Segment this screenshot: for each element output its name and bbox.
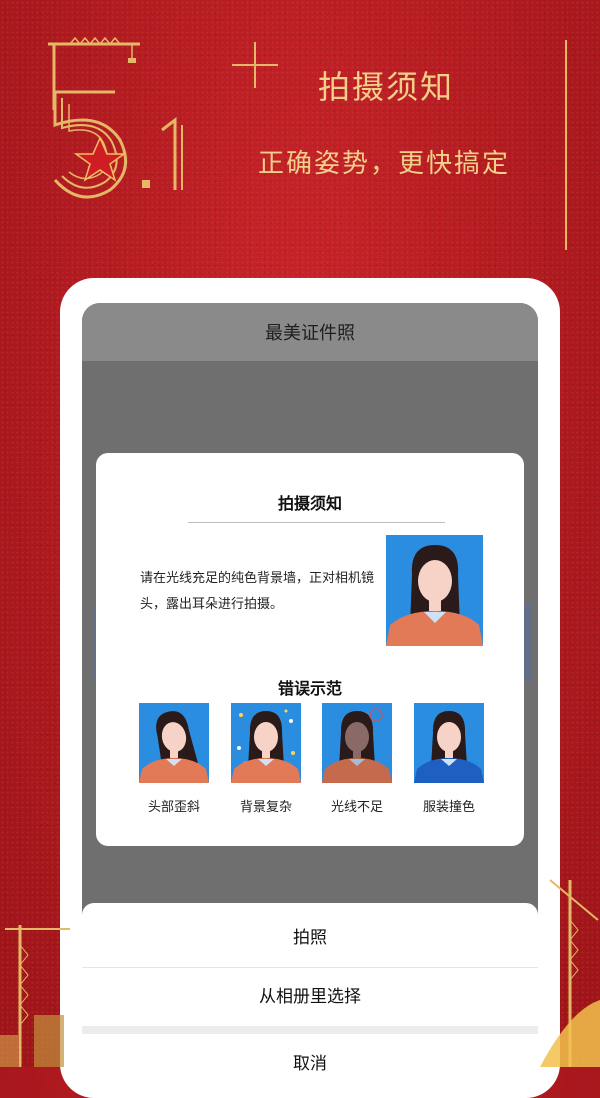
plus-icon	[232, 42, 278, 88]
divider	[82, 1026, 538, 1034]
labor-day-51-logo	[48, 36, 183, 199]
instruction-text: 请在光线充足的纯色背景墙，正对相机镜头，露出耳朵进行拍摄。	[140, 571, 375, 612]
wrong-example-photo	[231, 703, 301, 783]
choose-from-album-button[interactable]: 从相册里选择	[82, 968, 538, 1026]
wrong-example-label: 服装撞色	[422, 800, 475, 815]
dialog-title: 拍摄须知	[277, 494, 342, 513]
wrong-example-photo	[322, 703, 392, 783]
correct-example-photo	[386, 535, 483, 646]
take-photo-button[interactable]: 拍照	[82, 903, 538, 968]
header-subtitle: 正确姿势，更快搞定	[258, 149, 511, 179]
wrong-example-clashing-clothes: 服装撞色	[414, 703, 484, 815]
photo-source-action-sheet: 拍照 从相册里选择 取消	[82, 903, 538, 1094]
wrong-example-low-light: 光线不足	[322, 703, 392, 815]
crane-decoration	[540, 879, 600, 1067]
header-divider	[565, 40, 567, 250]
wrong-example-label: 光线不足	[330, 800, 383, 815]
header-title: 拍摄须知	[318, 68, 455, 106]
wrong-example-photo	[139, 703, 209, 783]
wrong-example-photo	[414, 703, 484, 783]
crane-decoration	[0, 925, 70, 1067]
app-title: 最美证件照	[265, 323, 355, 344]
cancel-button[interactable]: 取消	[82, 1034, 538, 1094]
wrong-example-tilted: 头部歪斜	[139, 703, 209, 815]
app-title-bar: 最美证件照	[82, 303, 538, 361]
wrong-example-busy-background: 背景复杂	[231, 703, 301, 815]
shooting-tips-dialog: 拍摄须知 请在光线充足的纯色背景墙，正对相机镜头，露出耳朵进行拍摄。 错误示范 …	[96, 453, 524, 846]
wrong-examples-title: 错误示范	[277, 679, 342, 698]
divider	[188, 522, 445, 523]
wrong-example-label: 头部歪斜	[147, 800, 200, 815]
background-content	[524, 603, 532, 683]
wrong-example-label: 背景复杂	[239, 800, 292, 815]
